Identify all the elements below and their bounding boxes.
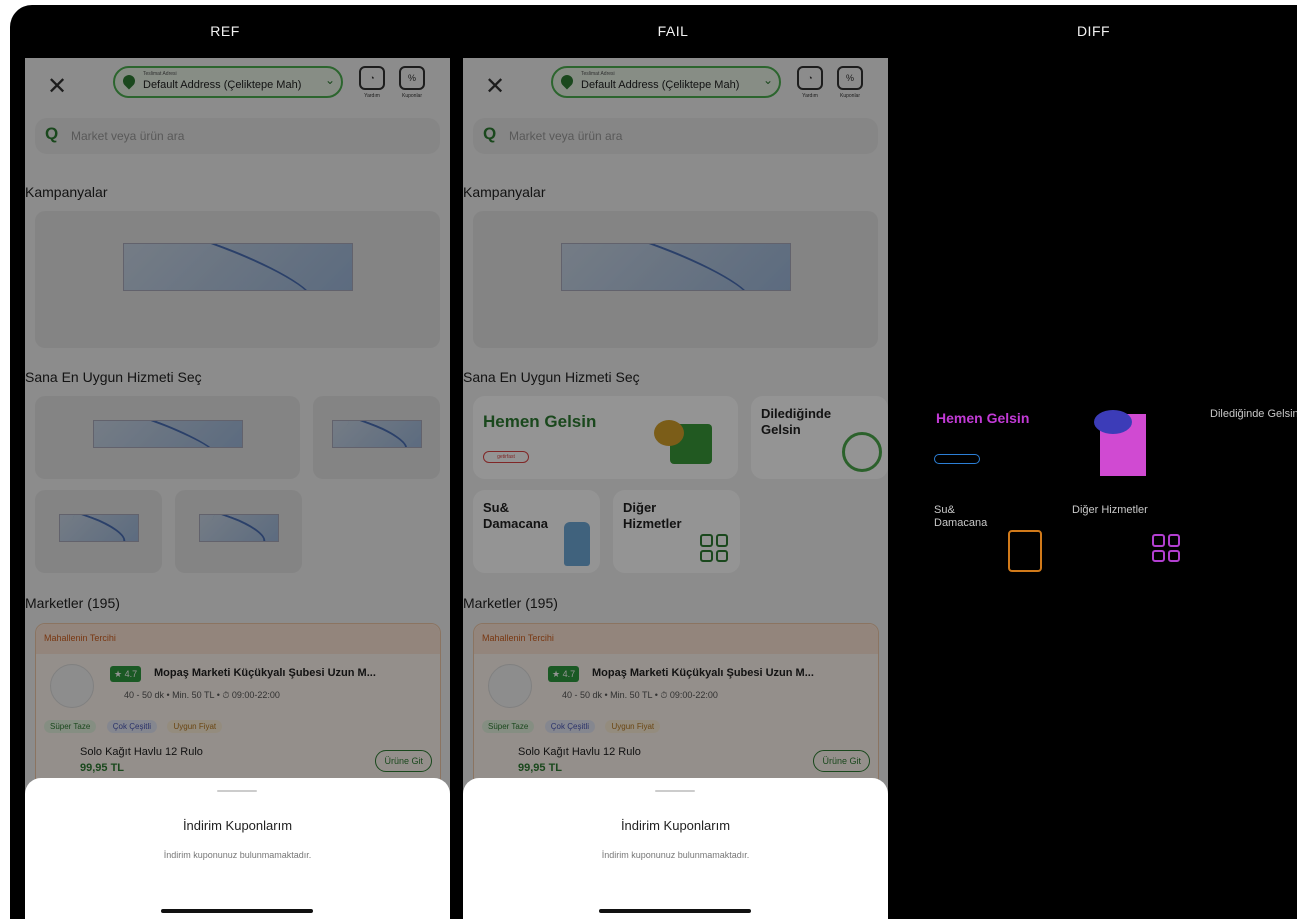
home-indicator — [599, 909, 751, 913]
sheet-handle[interactable] — [217, 790, 257, 792]
coupons-bottom-sheet: İndirim Kuponlarım İndirim kuponunuz bul… — [25, 778, 450, 919]
coupons-bottom-sheet: İndirim Kuponlarım İndirim kuponunuz bul… — [463, 778, 888, 919]
diff-bottle-shape — [1008, 530, 1042, 572]
fail-column-title: FAIL — [657, 23, 689, 39]
ref-column-title: REF — [210, 23, 240, 39]
sheet-message: İndirim kuponunuz bulunmamaktadır. — [163, 850, 312, 860]
home-indicator — [161, 909, 313, 913]
phone-screen: ✕ Teslimat Adresi Default Address (Çelik… — [463, 58, 888, 919]
diff-fruit-shape — [1094, 410, 1132, 434]
diff-badge — [934, 454, 980, 464]
phone-screen: ✕ Teslimat Adresi Default Address (Çelik… — [25, 58, 450, 919]
sheet-handle[interactable] — [655, 790, 695, 792]
diff-grid-icon — [1152, 534, 1180, 562]
fail-screenshot: ✕ Teslimat Adresi Default Address (Çelik… — [463, 58, 888, 919]
diff-image: Hemen Gelsin Dilediğinde Gelsin Su& Dama… — [898, 58, 1297, 919]
ref-screenshot: ✕ Teslimat Adresi Default Address (Çelik… — [25, 58, 450, 919]
diff-column-title: DIFF — [1076, 23, 1111, 39]
diff-diger-text: Diğer Hizmetler — [1072, 504, 1148, 516]
diff-su-text: Su& Damacana — [934, 504, 988, 529]
comparison-frame: REF FAIL DIFF ✕ Teslimat Adresi Default … — [0, 0, 1297, 919]
sheet-title: İndirim Kuponlarım — [182, 818, 293, 833]
diff-diledigin-text: Dilediğinde Gelsin — [1210, 408, 1297, 420]
sheet-title: İndirim Kuponlarım — [620, 818, 731, 833]
sheet-message: İndirim kuponunuz bulunmamaktadır. — [601, 850, 750, 860]
comparison-board: REF FAIL DIFF ✕ Teslimat Adresi Default … — [10, 5, 1297, 919]
diff-hemen-text: Hemen Gelsin — [936, 410, 1030, 426]
